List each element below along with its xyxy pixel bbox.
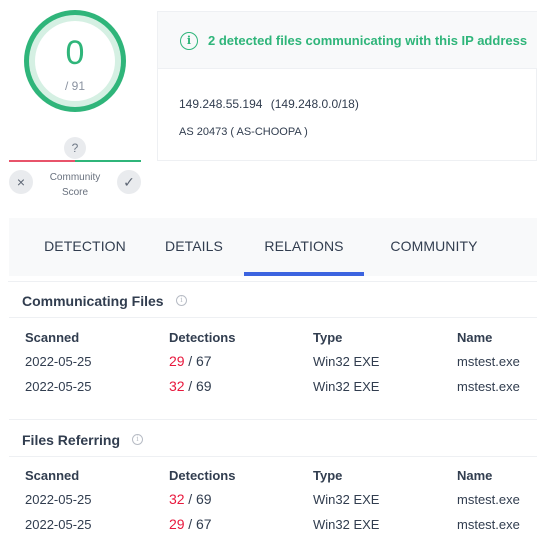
community-score: ? × Community Score ✓ [8, 135, 142, 199]
ip-address[interactable]: 149.248.55.194 [179, 97, 262, 111]
column-header-detections: Detections [169, 330, 236, 345]
info-icon[interactable]: i [176, 295, 187, 306]
ip-summary-card: i 2 detected files communicating with th… [157, 11, 537, 161]
section-header: Files Referring i [9, 421, 537, 457]
detection-score-ring: 0 / 91 [24, 10, 126, 112]
detection-total: / 67 [188, 516, 212, 532]
detection-total: / 67 [188, 353, 212, 369]
column-header-detections: Detections [169, 468, 236, 483]
ip-range[interactable]: (149.248.0.0/18) [271, 97, 359, 111]
section-title: Files Referring [22, 432, 121, 448]
vote-harmless-button[interactable]: ✓ [117, 170, 141, 194]
section-divider [9, 419, 537, 420]
community-score-badge: ? [64, 137, 86, 159]
detection-count: 29 [169, 516, 185, 532]
row-scanned: 2022-05-25 [25, 379, 92, 394]
report-tabs: DETECTION DETAILS RELATIONS COMMUNITY [9, 218, 537, 276]
row-detections[interactable]: 29 / 67 [169, 353, 212, 369]
column-header-name: Name [457, 330, 493, 345]
info-circle-icon: i [180, 32, 198, 50]
row-name-link[interactable]: mstest.exe [457, 492, 520, 507]
vote-harmful-button[interactable]: × [9, 170, 33, 194]
tab-details[interactable]: DETAILS [155, 218, 233, 276]
column-header-scanned: Scanned [25, 330, 80, 345]
as-info[interactable]: AS 20473 ( AS-CHOOPA ) [179, 126, 308, 138]
row-type: Win32 EXE [313, 379, 380, 394]
community-bar-positive [75, 160, 141, 162]
row-scanned: 2022-05-25 [25, 354, 92, 369]
alert-text: 2 detected files communicating with this… [208, 33, 528, 48]
community-label-line2: Score [61, 187, 89, 198]
row-scanned: 2022-05-25 [25, 492, 92, 507]
ip-address-line: 149.248.55.194 (149.248.0.0/18) [179, 97, 359, 111]
row-name-link[interactable]: mstest.exe [457, 379, 520, 394]
row-type: Win32 EXE [313, 492, 380, 507]
communicating-files-section: Communicating Files i Scanned Detections… [9, 282, 537, 420]
score-value: 0 [65, 34, 85, 72]
row-name-link[interactable]: mstest.exe [457, 517, 520, 532]
row-detections[interactable]: 29 / 67 [169, 516, 212, 532]
info-icon[interactable]: i [132, 434, 143, 445]
row-name-link[interactable]: mstest.exe [457, 354, 520, 369]
detection-alert: i 2 detected files communicating with th… [158, 12, 537, 69]
detection-total: / 69 [188, 491, 212, 507]
row-detections[interactable]: 32 / 69 [169, 378, 212, 394]
row-detections[interactable]: 32 / 69 [169, 491, 212, 507]
column-header-name: Name [457, 468, 493, 483]
column-header-scanned: Scanned [25, 468, 80, 483]
community-score-label: Community Score [44, 170, 106, 200]
score-total: / 91 [64, 79, 85, 93]
detection-count: 29 [169, 353, 185, 369]
row-scanned: 2022-05-25 [25, 517, 92, 532]
tab-community[interactable]: COMMUNITY [374, 218, 494, 276]
detection-count: 32 [169, 491, 185, 507]
section-header: Communicating Files i [9, 282, 537, 318]
column-header-type: Type [313, 468, 343, 483]
files-referring-section: Files Referring i Scanned Detections Typ… [9, 421, 537, 536]
row-type: Win32 EXE [313, 517, 380, 532]
detection-count: 32 [169, 378, 185, 394]
section-title: Communicating Files [22, 293, 164, 309]
score-center: 0 / 91 [35, 21, 115, 101]
tab-detection[interactable]: DETECTION [25, 218, 145, 276]
detection-total: / 69 [188, 378, 212, 394]
community-label-line1: Community [49, 172, 101, 183]
community-bar-negative [9, 160, 75, 162]
tab-relations[interactable]: RELATIONS [244, 218, 364, 276]
row-type: Win32 EXE [313, 354, 380, 369]
column-header-type: Type [313, 330, 343, 345]
